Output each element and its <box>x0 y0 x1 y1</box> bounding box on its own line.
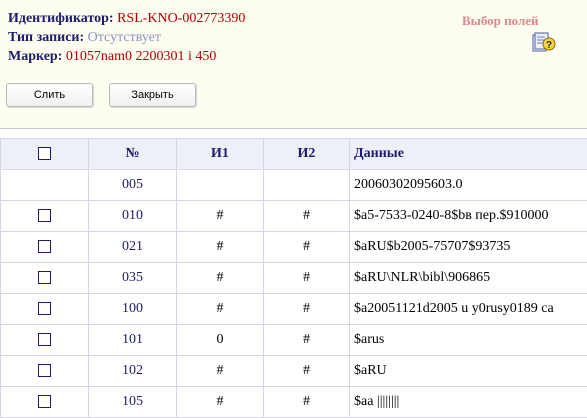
indicator2-header: И2 <box>263 138 350 170</box>
record-type-label: Тип записи: <box>8 30 85 45</box>
marker-label: Маркер: <box>8 49 63 64</box>
field-data: $aa |||||||| <box>349 386 587 418</box>
table-row: 021 # # $aRU$b2005-75707$93735 <box>0 231 587 263</box>
indicator1: # <box>176 293 264 325</box>
field-data: 20060302095603.0 <box>349 169 587 201</box>
row-select-cell <box>0 262 89 294</box>
identifier-label: Идентификатор: <box>8 11 114 26</box>
field-tag: 021 <box>88 231 177 263</box>
field-tag: 010 <box>88 200 177 232</box>
row-select-cell <box>0 386 89 418</box>
row-select-cell <box>0 200 89 232</box>
indicator2: # <box>263 231 350 263</box>
indicator2 <box>263 169 350 201</box>
field-data: $a20051121d2005 u y0rusy0189 ca <box>349 293 587 325</box>
table-row: 102 # # $aRU <box>0 355 587 387</box>
record-type-value: Отсутствует <box>87 30 161 45</box>
table-row: 010 # # $a5-7533-0240-8$bв пер.$910000 <box>0 200 587 232</box>
record-info: Идентификатор: RSL-KNO-002773390 Тип зап… <box>8 9 245 66</box>
indicator1: # <box>176 200 264 232</box>
row-checkbox[interactable] <box>38 271 51 285</box>
marker-value: 01057nam0 2200301 i 450 <box>65 49 217 64</box>
field-tag: 102 <box>88 355 177 387</box>
field-data: $aRU\NLR\bibl\906865 <box>349 262 587 294</box>
fields-table: № И1 И2 Данные 005 20060302095603.0 010 # # $… <box>0 138 587 418</box>
table-row: 005 20060302095603.0 <box>0 169 587 201</box>
field-tag: 100 <box>88 293 177 325</box>
table-header-row: № И1 И2 Данные <box>0 138 587 170</box>
indicator1: # <box>176 386 264 418</box>
table-row: 105 # # $aa |||||||| <box>0 386 587 418</box>
row-select-cell <box>0 355 89 387</box>
identifier-value: RSL-KNO-002773390 <box>117 11 246 26</box>
field-data: $aRU$b2005-75707$93735 <box>349 231 587 263</box>
record-type-row: Тип записи: Отсутствует <box>8 28 245 47</box>
num-header: № <box>88 138 177 170</box>
close-button[interactable]: Закрыть <box>109 83 196 107</box>
merge-button[interactable]: Слить <box>6 83 93 107</box>
field-tag: 005 <box>88 169 177 201</box>
field-data: $a5-7533-0240-8$bв пер.$910000 <box>349 200 587 232</box>
indicator1: # <box>176 262 264 294</box>
field-select-link[interactable]: Выбор полей <box>462 13 539 29</box>
row-select-cell <box>0 231 89 263</box>
data-header: Данные <box>349 138 587 170</box>
indicator1: # <box>176 355 264 387</box>
indicator1 <box>176 169 264 201</box>
indicator2: # <box>263 200 350 232</box>
identifier-row: Идентификатор: RSL-KNO-002773390 <box>8 9 245 28</box>
row-select-cell <box>0 293 89 325</box>
table-row: 035 # # $aRU\NLR\bibl\906865 <box>0 262 587 294</box>
field-tag: 035 <box>88 262 177 294</box>
field-data: $aRU <box>349 355 587 387</box>
indicator2: # <box>263 355 350 387</box>
indicator2: # <box>263 324 350 356</box>
field-tag: 105 <box>88 386 177 418</box>
marker-row: Маркер: 01057nam0 2200301 i 450 <box>8 47 245 66</box>
table-row: 100 # # $a20051121d2005 u y0rusy0189 ca <box>0 293 587 325</box>
row-checkbox[interactable] <box>38 333 51 347</box>
indicator1-header: И1 <box>176 138 264 170</box>
row-checkbox[interactable] <box>38 302 51 316</box>
indicator2: # <box>263 262 350 294</box>
select-all-checkbox[interactable] <box>38 147 51 161</box>
row-checkbox[interactable] <box>38 209 51 223</box>
row-select-cell <box>0 169 89 201</box>
field-tag: 101 <box>88 324 177 356</box>
row-select-cell <box>0 324 89 356</box>
help-icon[interactable]: ? <box>532 31 556 53</box>
field-data: $arus <box>349 324 587 356</box>
svg-text:?: ? <box>546 40 552 51</box>
indicator1: # <box>176 231 264 263</box>
row-checkbox[interactable] <box>38 240 51 254</box>
indicator2: # <box>263 293 350 325</box>
indicator1: 0 <box>176 324 264 356</box>
select-all-header <box>0 138 89 170</box>
table-row: 101 0 # $arus <box>0 324 587 356</box>
record-header-panel: Идентификатор: RSL-KNO-002773390 Тип зап… <box>0 0 587 129</box>
indicator2: # <box>263 386 350 418</box>
row-checkbox[interactable] <box>38 395 51 409</box>
row-checkbox[interactable] <box>38 364 51 378</box>
